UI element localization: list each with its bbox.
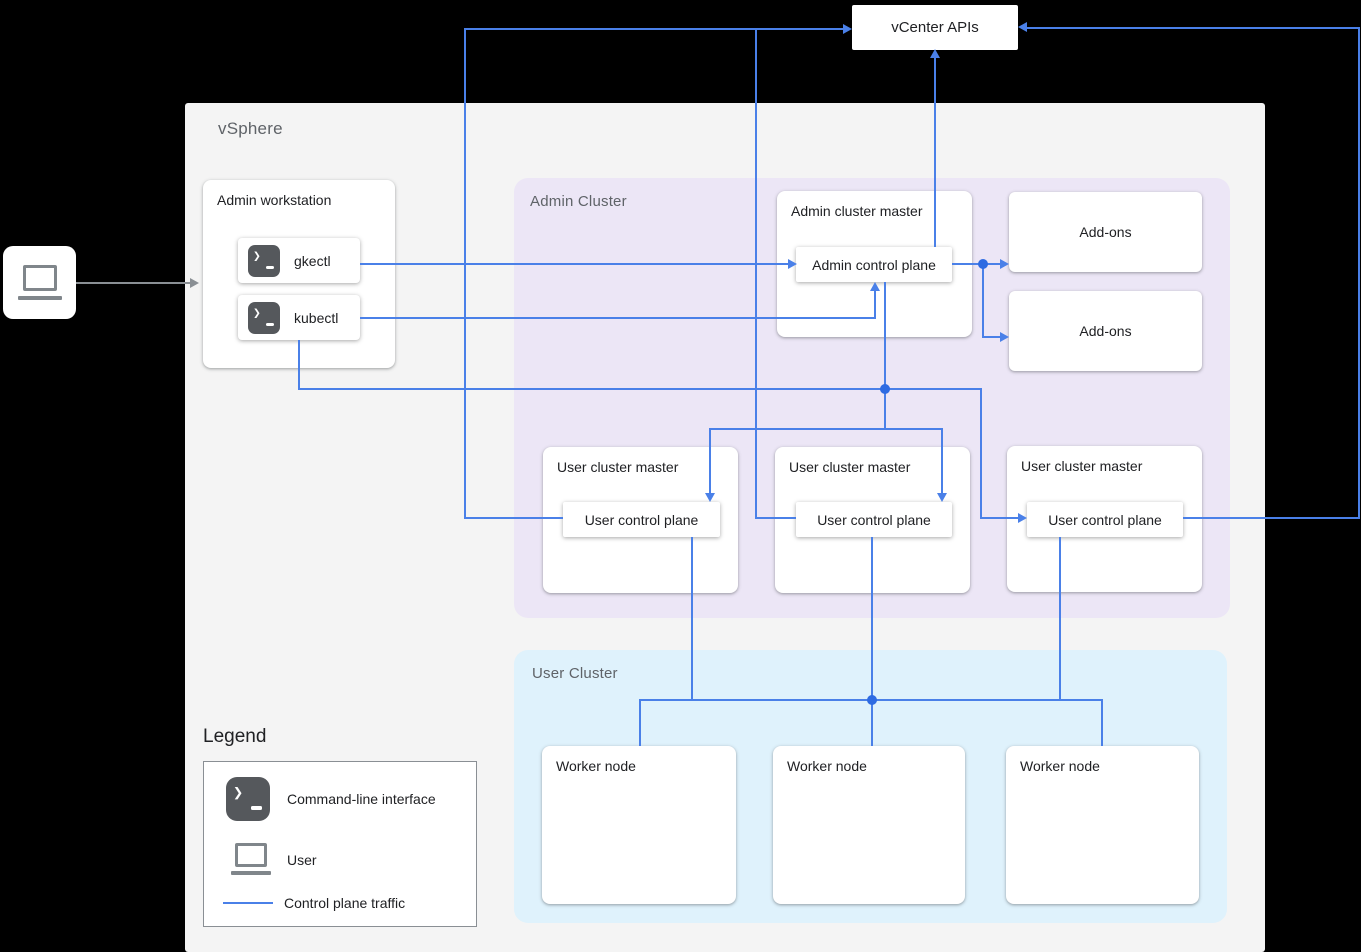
edge-admin-control-plane-to-vcenter [934, 57, 936, 247]
admin-cluster-master-title: Admin cluster master [791, 203, 923, 219]
worker-node-box-1: Worker node [542, 746, 736, 904]
edge-down-to-worker-3 [1101, 699, 1103, 746]
user-cluster-master-title: User cluster master [557, 459, 679, 475]
user-control-plane-chip-1: User control plane [563, 502, 720, 537]
edge-kubectl-across [298, 388, 886, 390]
admin-control-plane-label: Admin control plane [812, 256, 936, 273]
arrowhead-into-vcenter-right [1018, 22, 1027, 32]
edge-vcenter-right-rail [1026, 27, 1360, 29]
junction-dot-addons [978, 259, 988, 269]
edge-down-to-ucp2 [941, 428, 943, 494]
edge-admin-control-plane-down [884, 282, 886, 389]
user-control-plane-chip-2: User control plane [796, 502, 952, 537]
legend-cli-label: Command-line interface [287, 791, 436, 807]
arrowhead-into-user-control-plane-3 [1018, 513, 1027, 523]
arrowhead-into-addons-1 [1000, 259, 1009, 269]
arrowhead-into-vcenter-bottom [930, 49, 940, 58]
edge-ucp2-vcenter-vertical [755, 28, 757, 519]
arrowhead-into-admin-control-plane-bottom [870, 282, 880, 291]
admin-cluster-label: Admin Cluster [530, 193, 627, 210]
user-control-plane-label: User control plane [584, 511, 699, 528]
user-cluster-master-title: User cluster master [1021, 458, 1143, 474]
edge-ucp-top-rail [709, 428, 943, 430]
edge-into-ucp3 [980, 517, 1020, 519]
legend-item-user: User [231, 843, 317, 876]
edge-kubectl-down [298, 340, 300, 389]
addons-box-2: Add-ons [1009, 291, 1202, 371]
kubectl-box: ❯ kubectl [238, 295, 360, 340]
edge-user-to-workstation [76, 282, 192, 284]
gkectl-label: gkectl [294, 252, 331, 269]
admin-workstation-title: Admin workstation [217, 192, 332, 208]
terminal-icon: ❯ [248, 244, 280, 277]
user-box [3, 246, 76, 319]
addons-box-1: Add-ons [1009, 192, 1202, 272]
legend-user-label: User [287, 851, 317, 868]
edge-down-to-worker-1 [639, 699, 641, 746]
vcenter-apis-label: vCenter APIs [891, 19, 979, 36]
edge-addons-down-segment [982, 263, 984, 338]
legend-item-cli: ❯ Command-line interface [226, 777, 436, 821]
worker-node-title: Worker node [556, 758, 636, 774]
user-control-plane-label: User control plane [1048, 511, 1162, 528]
junction-dot-workers [867, 695, 877, 705]
worker-node-title: Worker node [787, 758, 867, 774]
junction-dot-admin [880, 384, 890, 394]
edge-junction-down [884, 389, 886, 430]
edge-kubectl-up-segment [874, 289, 876, 319]
edge-gkectl-to-admin-control-plane [360, 263, 790, 265]
edge-ucp2-left-connector [755, 517, 796, 519]
arrowhead-into-user-control-plane-1 [705, 493, 715, 502]
vcenter-apis-box: vCenter APIs [852, 5, 1018, 50]
addons-label: Add-ons [1079, 323, 1132, 339]
edge-kubectl-to-admin-control-plane [360, 317, 876, 319]
legend-title: Legend [203, 726, 267, 747]
kubectl-label: kubectl [294, 309, 339, 326]
edge-vcenter-left-rail [464, 28, 845, 30]
edge-ucp3-right-connector [1183, 517, 1360, 519]
user-cluster-master-title: User cluster master [789, 459, 911, 475]
edge-ucp2-down [871, 537, 873, 746]
user-control-plane-label: User control plane [817, 511, 931, 528]
arrowhead-into-admin-control-plane-left [788, 259, 797, 269]
worker-node-box-2: Worker node [773, 746, 965, 904]
arrowhead-into-user-control-plane-2 [937, 493, 947, 502]
edge-junction-right [886, 388, 982, 390]
gkectl-box: ❯ gkectl [238, 238, 360, 283]
worker-node-box-3: Worker node [1006, 746, 1199, 904]
arrowhead-into-vcenter-left [843, 24, 852, 34]
edge-ucp3-down [1059, 537, 1061, 701]
legend-box: ❯ Command-line interface User Control pl… [203, 761, 477, 927]
architecture-diagram: vSphere vCenter APIs Admin workstation ❯… [0, 0, 1361, 952]
edge-to-addons-2 [982, 336, 1002, 338]
terminal-icon: ❯ [248, 301, 280, 334]
admin-control-plane-chip: Admin control plane [796, 247, 952, 282]
worker-node-title: Worker node [1020, 758, 1100, 774]
control-plane-line-icon [223, 902, 273, 904]
edge-right-rail-vertical [1358, 27, 1360, 519]
edge-ucp1-down [691, 537, 693, 701]
terminal-icon: ❯ [226, 777, 270, 821]
vsphere-label: vSphere [218, 119, 283, 138]
edge-ucp1-left-connector [464, 517, 563, 519]
user-cluster-label: User Cluster [532, 665, 618, 682]
laptop-icon [231, 843, 271, 876]
arrowhead-into-addons-2 [1000, 332, 1009, 342]
legend-item-traffic: Control plane traffic [223, 895, 405, 911]
user-laptop-icon [17, 264, 62, 301]
arrowhead-user-to-workstation [190, 278, 199, 288]
user-control-plane-chip-3: User control plane [1027, 502, 1183, 537]
edge-down-to-ucp1 [709, 428, 711, 494]
legend-traffic-label: Control plane traffic [284, 895, 406, 911]
edge-down-to-ucp3 [980, 388, 982, 519]
addons-label: Add-ons [1079, 224, 1132, 240]
edge-ucp1-vcenter-vertical [464, 28, 466, 519]
